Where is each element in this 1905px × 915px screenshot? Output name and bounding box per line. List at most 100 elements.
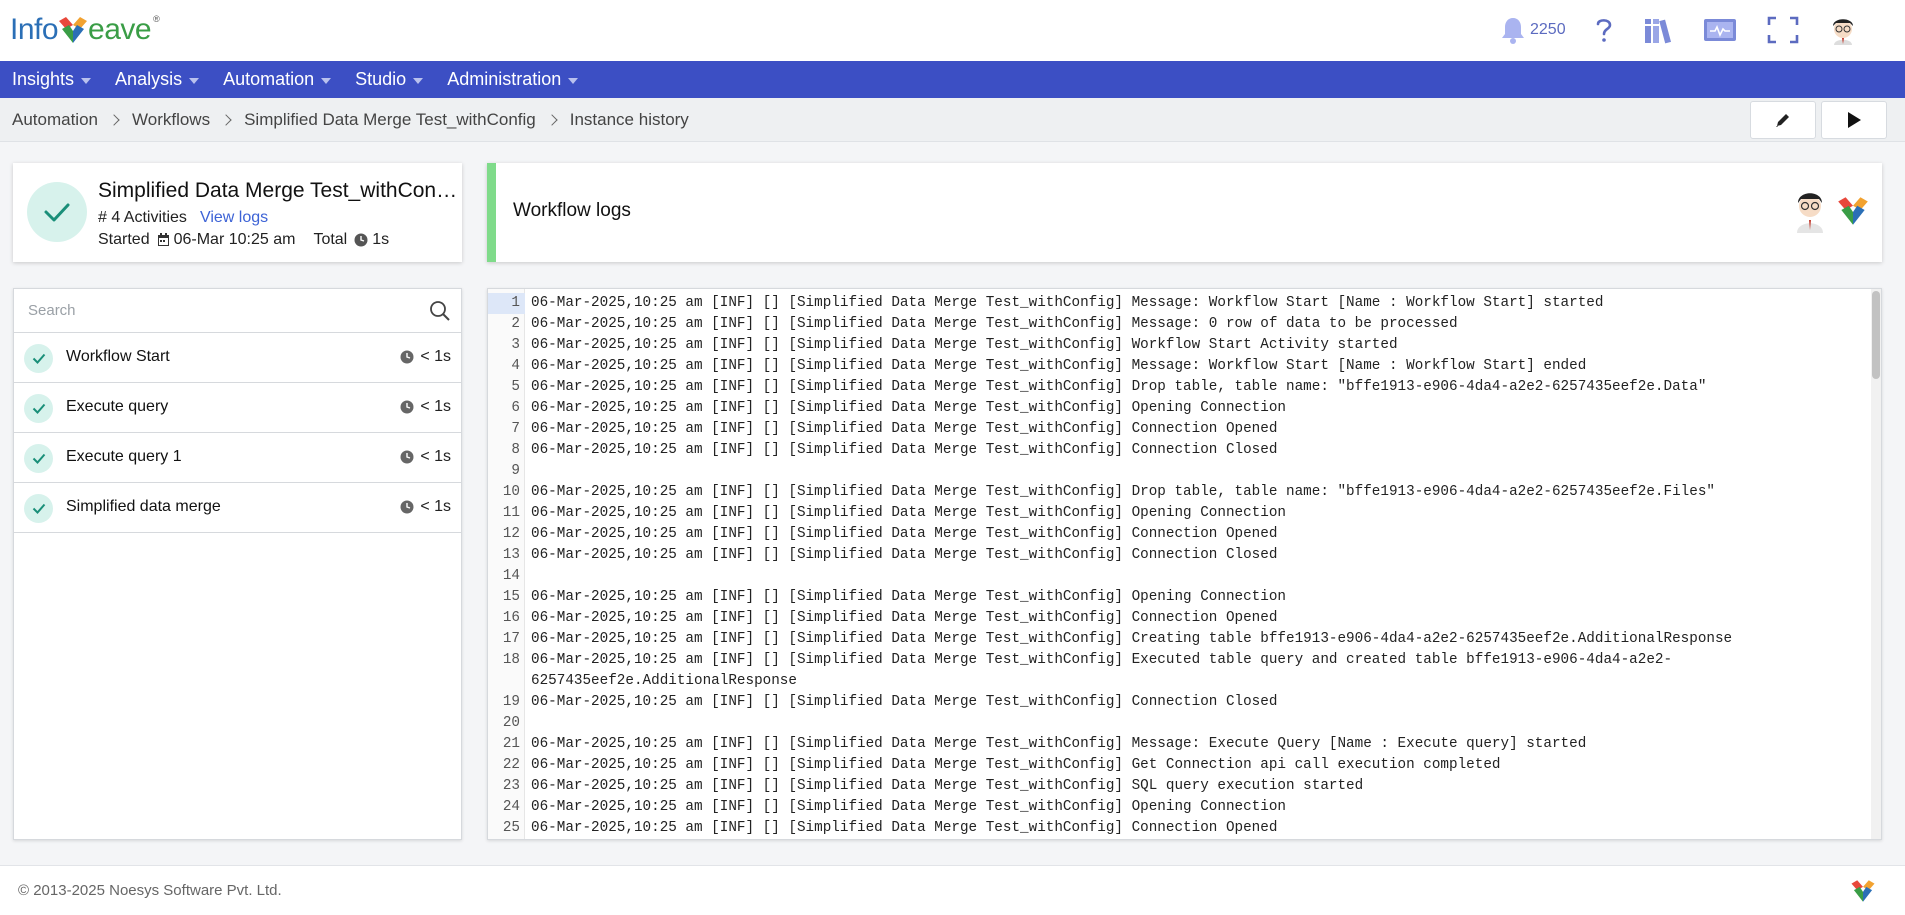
bell-icon [1502,18,1524,44]
log-text: 06-Mar-2025,10:25 am [INF] [] [Simplifie… [531,694,1278,710]
breadcrumb-workflows[interactable]: Workflows [132,110,210,130]
activity-name: Workflow Start [66,348,170,365]
help-button[interactable] [1592,14,1616,46]
logo-registered-mark: ® [153,14,160,24]
copyright-text: © 2013-2025 Noesys Software Pvt. Ltd. [18,882,282,899]
breadcrumb-workflow[interactable]: Simplified Data Merge Test_withConfig [244,110,536,130]
started-value: 06-Mar 10:25 am [173,231,296,248]
chevron-right-icon [108,114,120,126]
clock-icon [400,450,414,464]
log-scrollbar[interactable] [1871,289,1881,839]
logs-title: Workflow logs [513,200,631,221]
nav-label: Insights [12,69,75,89]
log-text: 06-Mar-2025,10:25 am [INF] [] [Simplifie… [531,799,1286,815]
breadcrumb-automation[interactable]: Automation [12,110,98,130]
nav-analysis[interactable]: Analysis [115,69,200,90]
search-input[interactable] [14,289,414,332]
infoveave-mark-icon [1838,197,1868,225]
log-text: 06-Mar-2025,10:25 am [INF] [] [Simplifie… [531,736,1587,752]
activity-duration: < 1s [400,348,451,366]
line-number: 16 [502,610,520,626]
help-icon [1596,19,1612,42]
workflow-timing: Started 06-Mar 10:25 am Total 1s [98,231,389,249]
log-viewer[interactable]: 1 06-Mar-2025,10:25 am [INF] [] [Simplifi… [487,288,1882,840]
nav-studio[interactable]: Studio [355,69,424,90]
nav-automation[interactable]: Automation [223,69,332,90]
activity-duration: < 1s [400,498,451,516]
status-success-badge [27,182,87,242]
fullscreen-button[interactable] [1767,14,1799,46]
activity-duration: < 1s [400,398,451,416]
line-number: 7 [511,421,520,437]
infoveave-mark-icon [1851,880,1875,902]
line-number: 11 [502,505,520,521]
log-text: 06-Mar-2025,10:25 am [INF] [] [Simplifie… [531,589,1286,605]
notifications-button[interactable]: 2250 [1500,14,1566,46]
view-logs-link[interactable]: View logs [200,209,268,227]
log-text: 06-Mar-2025,10:25 am [INF] [] [Simplifie… [531,337,1398,353]
activity-item[interactable]: Execute query < 1s [14,383,461,433]
duration-value: < 1s [420,498,451,515]
total-label: Total [313,231,348,248]
line-number: 25 [502,820,520,836]
caret-down-icon [568,77,579,84]
person-avatar-icon [1797,193,1823,233]
duration-value: < 1s [420,348,451,365]
breadcrumb: Automation Workflows Simplified Data Mer… [12,98,689,142]
line-number: 23 [502,778,520,794]
line-number: 8 [511,442,520,458]
line-number: 9 [511,463,520,479]
nav-label: Analysis [115,69,183,89]
user-avatar[interactable] [1828,14,1858,46]
nav-administration[interactable]: Administration [447,69,579,90]
log-text: 06-Mar-2025,10:25 am [INF] [] [Simplifie… [531,631,1733,647]
footer: © 2013-2025 Noesys Software Pvt. Ltd. [0,865,1905,915]
library-button[interactable] [1643,14,1675,46]
activity-item[interactable]: Workflow Start < 1s [14,333,461,383]
line-number: 13 [502,547,520,563]
logo-text-suffix: eave [88,13,152,46]
infoveave-logo[interactable]: Info eave ® [10,10,160,50]
scrollbar-thumb[interactable] [1872,291,1880,379]
line-number: 1 [488,293,525,314]
caret-down-icon [321,77,332,84]
activity-item[interactable]: Simplified data merge < 1s [14,483,461,533]
clock-icon [400,500,414,514]
activity-item[interactable]: Execute query 1 < 1s [14,433,461,483]
log-text: 06-Mar-2025,10:25 am [INF] [] [Simplifie… [531,400,1286,416]
caret-down-icon [81,77,92,84]
log-text: 06-Mar-2025,10:25 am [INF] [] [Simplifie… [531,526,1278,542]
run-button[interactable] [1821,101,1887,139]
activities-panel: Workflow Start < 1s Execute query < 1s E… [13,288,462,840]
clock-icon [354,233,368,247]
total-value: 1s [372,231,390,248]
log-text: 06-Mar-2025,10:25 am [INF] [] [Simplifie… [531,484,1715,500]
activity-duration: < 1s [400,448,451,466]
logo-text-prefix: Info [10,13,59,46]
monitor-icon [1704,19,1736,41]
nav-label: Automation [223,69,315,89]
activity-search [14,289,461,333]
line-number: 3 [511,337,520,353]
log-text: 06-Mar-2025,10:25 am [INF] [] [Simplifie… [531,610,1278,626]
duration-value: < 1s [420,398,451,415]
workflow-logs-header: Workflow logs [487,163,1882,262]
user-avatar-icon [1833,19,1853,45]
line-number: 4 [511,358,520,374]
calendar-icon [157,233,170,247]
check-icon [24,444,53,473]
log-text: 06-Mar-2025,10:25 am [INF] [] [Simplifie… [531,547,1278,563]
user-avatar-small [1793,187,1827,238]
workflow-summary-card: Simplified Data Merge Test_withConfig # … [13,163,462,262]
log-text: 06-Mar-2025,10:25 am [INF] [] [Simplifie… [531,358,1587,374]
edit-button[interactable] [1750,101,1816,139]
monitor-button[interactable] [1703,14,1737,46]
started-label: Started [98,231,150,248]
nav-insights[interactable]: Insights [12,69,92,90]
nav-label: Administration [447,69,562,89]
log-text: 06-Mar-2025,10:25 am [INF] [] [Simplifie… [531,505,1286,521]
infoveave-mark [1833,193,1873,234]
line-number: 19 [502,694,520,710]
workflow-meta: # 4 Activities View logs [98,209,268,227]
search-icon[interactable] [429,300,451,327]
